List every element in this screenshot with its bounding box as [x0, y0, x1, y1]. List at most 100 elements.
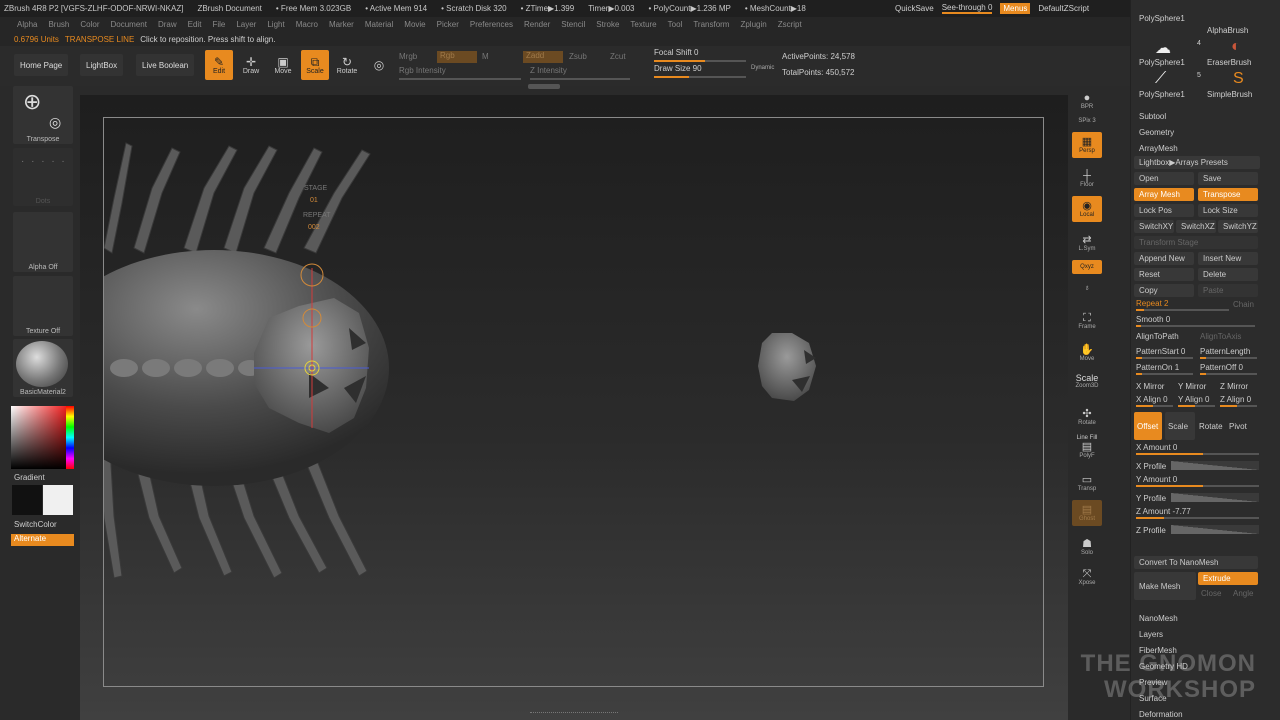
repeat-slider[interactable]: Repeat 2	[1131, 299, 1229, 312]
color-picker[interactable]	[11, 406, 74, 469]
home-page-button[interactable]: Home Page	[14, 54, 69, 76]
local-button[interactable]: ◉ Local	[1072, 196, 1102, 222]
pattern-off-slider[interactable]: PatternOff 0	[1195, 363, 1257, 376]
menu-color[interactable]: Color	[75, 20, 105, 29]
mrgb-button[interactable]: Mrgb	[399, 52, 417, 61]
z-mirror-toggle[interactable]: Z Mirror	[1220, 382, 1248, 391]
close-toggle[interactable]: Close	[1201, 589, 1221, 598]
z-align-slider[interactable]: Z Align 0	[1215, 395, 1257, 408]
menu-zplugin[interactable]: Zplugin	[735, 20, 772, 29]
secondary-color-swatch[interactable]	[43, 485, 73, 515]
layers-section[interactable]: Layers	[1139, 630, 1163, 639]
menu-edit[interactable]: Edit	[183, 20, 208, 29]
axis-toggles[interactable]: ♁	[1072, 276, 1102, 300]
zsub-button[interactable]: Zsub	[569, 52, 587, 61]
viewport-model[interactable]: STAGE 01 REPEAT 002	[39, 118, 1045, 688]
menu-document[interactable]: Document	[106, 20, 153, 29]
menu-alpha[interactable]: Alpha	[12, 20, 43, 29]
bpr-button[interactable]: ● BPR	[1072, 88, 1102, 114]
z-profile-curve[interactable]	[1171, 525, 1259, 534]
bottom-collapse-handle[interactable]	[530, 712, 618, 718]
subtool-section[interactable]: Subtool	[1139, 112, 1166, 121]
y-amount-slider[interactable]: Y Amount 0	[1131, 475, 1259, 488]
y-profile-curve[interactable]	[1171, 493, 1259, 502]
rotate-tab[interactable]: Rotate	[1199, 422, 1223, 431]
linefill-button[interactable]: Line Fill ▤ PolyF	[1072, 434, 1102, 460]
pattern-length-slider[interactable]: PatternLength	[1195, 347, 1257, 360]
paste-button[interactable]: Paste	[1198, 284, 1258, 297]
pattern-on-slider[interactable]: PatternOn 1	[1131, 363, 1193, 376]
menu-zscript[interactable]: Zscript	[773, 20, 808, 29]
smooth-slider[interactable]: Smooth 0	[1131, 315, 1255, 328]
switchxy-button[interactable]: SwitchXY	[1134, 220, 1174, 233]
spix-slider[interactable]: SPix 3	[1072, 114, 1102, 128]
live-boolean-button[interactable]: Live Boolean	[136, 54, 195, 76]
lightbox-button[interactable]: LightBox	[80, 54, 124, 76]
delete-button[interactable]: Delete	[1198, 268, 1258, 281]
insert-new-button[interactable]: Insert New	[1198, 252, 1258, 265]
lock-pos-button[interactable]: Lock Pos	[1134, 204, 1194, 217]
align-to-axis-toggle[interactable]: AlignToAxis	[1195, 332, 1257, 345]
menu-file[interactable]: File	[207, 20, 231, 29]
open-button[interactable]: Open	[1134, 172, 1194, 185]
menu-render[interactable]: Render	[519, 20, 556, 29]
geometry-section[interactable]: Geometry	[1139, 128, 1174, 137]
menu-stencil[interactable]: Stencil	[556, 20, 591, 29]
y-mirror-toggle[interactable]: Y Mirror	[1178, 382, 1206, 391]
zadd-button[interactable]: Zadd	[523, 51, 563, 63]
make-mesh-button[interactable]: Make Mesh	[1134, 572, 1196, 600]
qxyz-button[interactable]: Qxyz	[1072, 260, 1102, 274]
menu-light[interactable]: Light	[262, 20, 290, 29]
seethrough-slider[interactable]: See-through 0	[941, 3, 993, 14]
subtool-1-name[interactable]: PolySphere1	[1139, 14, 1185, 23]
stroke-dots-slot[interactable]: · · · · · Dots	[13, 148, 73, 206]
quicksave-button[interactable]: QuickSave	[895, 4, 934, 13]
menu-movie[interactable]: Movie	[399, 20, 431, 29]
ghost-button[interactable]: ▤ Ghost	[1072, 500, 1102, 526]
append-new-button[interactable]: Append New	[1134, 252, 1194, 265]
menu-marker[interactable]: Marker	[324, 20, 360, 29]
pivot-tab[interactable]: Pivot	[1229, 422, 1247, 431]
rotate-view-button[interactable]: ✣ Rotate	[1072, 404, 1102, 430]
pattern-start-slider[interactable]: PatternStart 0	[1131, 347, 1193, 360]
rotate-button[interactable]: ↻ Rotate	[334, 50, 360, 80]
focal-shift-slider[interactable]: Focal Shift 0	[654, 48, 746, 62]
primary-color-swatch[interactable]	[12, 485, 42, 515]
edit-button[interactable]: ✎ Edit	[205, 50, 233, 80]
alternate-button[interactable]: Alternate	[11, 534, 74, 546]
copy-button[interactable]: Copy	[1134, 284, 1194, 297]
simplebrush-label[interactable]: SimpleBrush	[1207, 90, 1252, 99]
toolbar-collapse-handle[interactable]	[528, 84, 560, 89]
rgb-button[interactable]: Rgb	[437, 51, 477, 63]
xpose-button[interactable]: ⤧ Xpose	[1072, 564, 1102, 590]
solo-button[interactable]: ☗ Solo	[1072, 534, 1102, 560]
move-view-button[interactable]: ✋ Move	[1072, 340, 1102, 366]
transp-button[interactable]: ▭ Transp	[1072, 470, 1102, 496]
lock-size-button[interactable]: Lock Size	[1198, 204, 1258, 217]
draw-button[interactable]: ✛ Draw	[238, 50, 264, 80]
transform-stage-slider[interactable]: Transform Stage	[1134, 236, 1258, 249]
gradient-label[interactable]: Gradient	[14, 473, 45, 482]
convert-to-nanomesh-button[interactable]: Convert To NanoMesh	[1134, 556, 1258, 569]
defaultzscript-button[interactable]: DefaultZScript	[1038, 4, 1089, 13]
persp-button[interactable]: ▦ Persp	[1072, 132, 1102, 158]
nanomesh-section[interactable]: NanoMesh	[1139, 614, 1178, 623]
reset-button[interactable]: Reset	[1134, 268, 1194, 281]
menu-tool[interactable]: Tool	[663, 20, 689, 29]
menu-stroke[interactable]: Stroke	[591, 20, 625, 29]
offset-tab[interactable]: Offset	[1134, 412, 1162, 440]
menu-picker[interactable]: Picker	[432, 20, 465, 29]
save-button[interactable]: Save	[1198, 172, 1258, 185]
align-to-path-toggle[interactable]: AlignToPath	[1131, 332, 1193, 345]
menu-preferences[interactable]: Preferences	[465, 20, 519, 29]
transpose-tool-slot[interactable]: ⊕ ◎ Transpose	[13, 86, 73, 144]
switchyz-button[interactable]: SwitchYZ	[1218, 220, 1258, 233]
z-intensity-slider[interactable]: Z Intensity	[530, 66, 630, 80]
m-button[interactable]: M	[482, 52, 489, 61]
menus-button[interactable]: Menus	[1000, 3, 1031, 14]
switchxz-button[interactable]: SwitchXZ	[1176, 220, 1216, 233]
gizmo-button[interactable]: ◎	[366, 50, 392, 80]
x-profile-curve[interactable]	[1171, 461, 1259, 470]
brush-stroke-thumb-icon[interactable]: ⟋	[1155, 70, 1166, 88]
alpha-slot[interactable]: Alpha Off	[13, 212, 73, 272]
